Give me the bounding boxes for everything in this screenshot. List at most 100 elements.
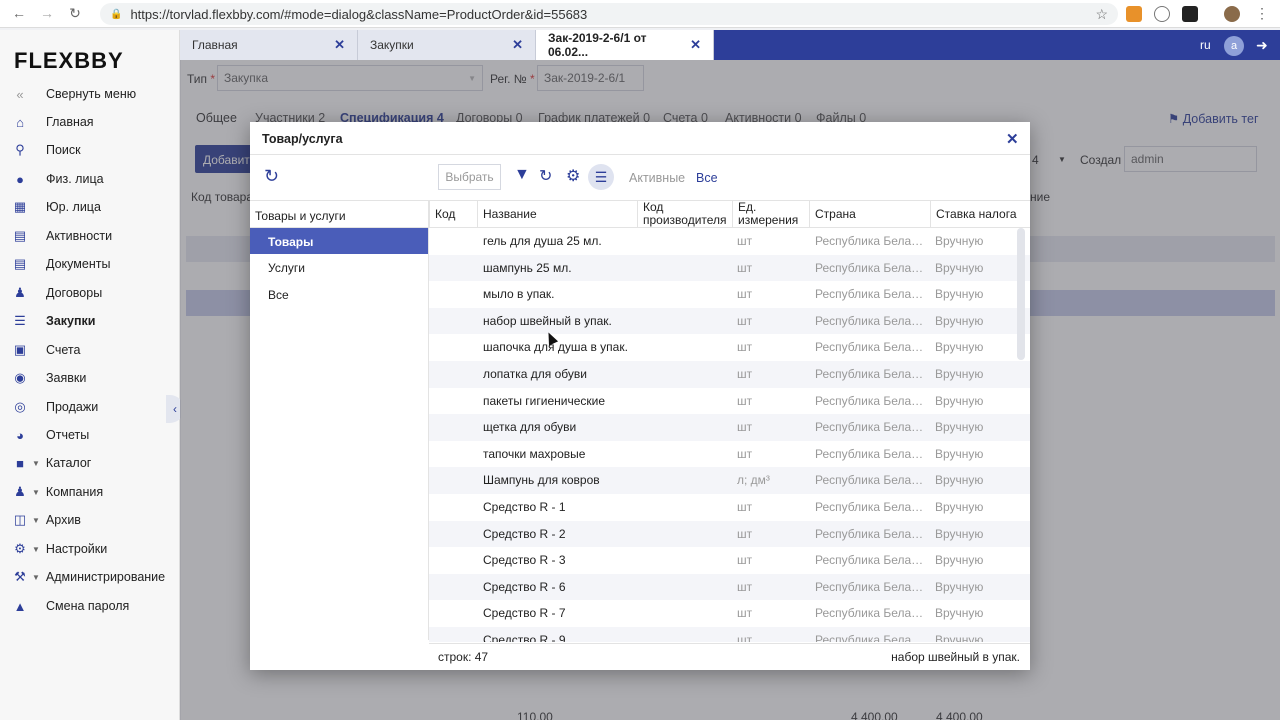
tab-purchases[interactable]: Закупки ✕ — [358, 30, 536, 60]
sidebar-item-invoices[interactable]: ▣ Счета — [0, 336, 180, 364]
language-switch[interactable]: ru — [1200, 38, 1211, 52]
table-row[interactable]: тапочки махровые шт Республика Беларусь Вру… — [429, 441, 1030, 468]
sidebar-item-home[interactable]: ⌂ Главная — [0, 108, 180, 136]
address-bar[interactable]: 🔒 https://torvlad.flexbby.com/#mode=dial… — [100, 3, 1118, 25]
sidebar-item-label: Продажи — [46, 400, 99, 414]
table-row[interactable]: пакеты гигиенические шт Республика Беларус… — [429, 388, 1030, 415]
cell-unit: шт — [737, 367, 753, 381]
sidebar-item-documents[interactable]: ▤ Документы — [0, 250, 180, 278]
table-row[interactable]: набор швейный в упак. шт Республика Белару… — [429, 307, 1030, 335]
search-icon: ⚲ — [15, 142, 25, 157]
extension-icon[interactable] — [1182, 6, 1198, 22]
cell-tax: Вручную — [935, 446, 984, 461]
sidebar-item-settings[interactable]: ⚙ ▼ Настройки — [0, 535, 180, 563]
sidebar-item-search[interactable]: ⚲ Поиск — [0, 136, 180, 164]
cell-unit: шт — [737, 446, 753, 461]
table-row[interactable]: Средство R - 6 шт Республика Беларусь Вручн… — [429, 573, 1030, 601]
cell-tax: Вручную — [935, 287, 984, 302]
reload-icon[interactable]: ↻ — [539, 166, 552, 186]
cell-unit: шт — [737, 340, 753, 355]
avatar[interactable]: a — [1224, 36, 1244, 56]
forward-icon[interactable]: → — [33, 5, 61, 21]
close-icon[interactable]: ✕ — [1006, 130, 1019, 148]
close-icon[interactable]: ✕ — [334, 37, 345, 53]
sidebar-item-catalog[interactable]: ■ ▼ Каталог — [0, 449, 180, 477]
cell-unit: шт — [737, 633, 753, 642]
sidebar-item-label: Компания — [45, 485, 104, 499]
column-name[interactable]: Название — [477, 201, 637, 227]
sidebar-item-archive[interactable]: ◫ ▼ Архив — [0, 506, 180, 534]
sidebar-item-persons[interactable]: ● Физ. лица — [0, 165, 180, 193]
column-unit[interactable]: Ед. измерения — [732, 201, 809, 227]
table-row[interactable]: Средство R - 9 шт Республика Беларусь Вручн… — [429, 627, 1030, 642]
logout-icon[interactable]: ➜ — [1256, 37, 1268, 54]
filter-all[interactable]: Все — [696, 171, 718, 185]
sidebar-item-change-password[interactable]: ▲ Смена пароля — [0, 592, 180, 620]
cell-unit: шт — [737, 526, 753, 541]
gear-icon[interactable]: ⚙ — [566, 166, 580, 186]
browser-menu-icon[interactable]: ⋮ — [1248, 5, 1276, 22]
sidebar: FLEXBBY « Свернуть меню ⌂ Главная ⚲ Поис… — [0, 30, 180, 720]
sidebar-item-label: Отчеты — [46, 428, 90, 442]
cell-name: Шампунь для ковров — [483, 473, 600, 488]
sidebar-item-administration[interactable]: ⚒ ▼ Администрирование — [0, 563, 180, 591]
invoice-icon: ▣ — [13, 342, 27, 357]
table-row[interactable]: щетка для обуви шт Республика Беларусь Вруч… — [429, 414, 1030, 441]
profile-avatar[interactable] — [1224, 6, 1240, 22]
sidebar-item-company[interactable]: ♟ ▼ Компания — [0, 478, 180, 506]
table-row[interactable]: Шампунь для ковров л; дм³ Республика Белар… — [429, 467, 1030, 494]
sidebar-item-activities[interactable]: ▤ Активности — [0, 222, 180, 250]
table-row[interactable]: шампунь 25 мл. шт Республика Беларусь Вручн… — [429, 254, 1030, 282]
table-row[interactable]: шапочка для душа в упак. шт Республика Бел… — [429, 334, 1030, 361]
tab-label: Зак-2019-2-6/1 от 06.02... — [548, 31, 647, 59]
cell-country: Республика Беларусь — [815, 420, 925, 435]
sidebar-item-companies[interactable]: ▦ Юр. лица — [0, 193, 180, 221]
cell-country: Республика Беларусь — [815, 473, 925, 488]
close-icon[interactable]: ✕ — [512, 37, 523, 53]
sidebar-item-sales[interactable]: ◎ Продажи — [0, 393, 180, 421]
caret-down-icon: ▼ — [32, 544, 40, 554]
collapse-menu-button[interactable]: « Свернуть меню — [0, 80, 180, 108]
table-row[interactable]: лопатка для обуви шт Республика Беларусь Вр… — [429, 361, 1030, 388]
filter-icon[interactable]: ▼ — [514, 166, 530, 184]
divider — [429, 643, 1030, 644]
column-manufacturer-code[interactable]: Код производителя — [637, 201, 732, 227]
caret-down-icon: ▼ — [32, 487, 40, 497]
scrollbar[interactable] — [1017, 228, 1025, 360]
table-row[interactable]: Средство R - 7 шт Республика Беларусь Вручн… — [429, 600, 1030, 627]
column-country[interactable]: Страна — [809, 201, 930, 227]
category-all[interactable]: Все — [250, 281, 428, 307]
bookmark-star-icon[interactable]: ☆ — [1095, 6, 1108, 23]
table-row[interactable]: Средство R - 2 шт Республика Беларусь Вручн… — [429, 520, 1030, 548]
table-row[interactable]: гель для душа 25 мл. шт Республика Беларус… — [429, 228, 1030, 255]
extension-icon[interactable] — [1154, 6, 1170, 22]
cell-unit: шт — [737, 420, 753, 435]
cell-name: Средство R - 1 — [483, 500, 566, 514]
sidebar-item-requests[interactable]: ◉ Заявки — [0, 364, 180, 392]
sidebar-item-reports[interactable]: ◕ Отчеты — [0, 421, 180, 449]
filter-active[interactable]: Активные — [629, 171, 685, 185]
tab-home[interactable]: Главная ✕ — [180, 30, 358, 60]
catalog-icon: ■ — [16, 455, 24, 471]
list-view-icon[interactable]: ☰ — [588, 164, 614, 190]
extension-icon[interactable] — [1126, 6, 1142, 22]
table-row[interactable]: мыло в упак. шт Республика Беларусь Вручную — [429, 281, 1030, 308]
column-tax-rate[interactable]: Ставка налога — [930, 201, 1030, 227]
cell-tax: Вручную — [935, 553, 984, 568]
browser-toolbar: ← → ↻ 🔒 https://torvlad.flexbby.com/#mod… — [0, 0, 1280, 28]
close-icon[interactable]: ✕ — [690, 37, 701, 53]
tab-order[interactable]: Зак-2019-2-6/1 от 06.02... ✕ — [536, 30, 714, 60]
select-button[interactable]: Выбрать — [438, 164, 501, 190]
chat-icon: ◉ — [14, 370, 26, 385]
back-icon[interactable]: ← — [5, 5, 33, 21]
category-services[interactable]: Услуги — [250, 254, 428, 280]
category-goods[interactable]: Товары — [250, 228, 428, 254]
sidebar-item-purchases[interactable]: ☰ Закупки — [0, 307, 180, 335]
table-row[interactable]: Средство R - 1 шт Республика Беларусь Вручн… — [429, 494, 1030, 521]
sidebar-item-contracts[interactable]: ♟ Договоры — [0, 279, 180, 307]
table-row[interactable]: Средство R - 3 шт Республика Беларусь Вручн… — [429, 547, 1030, 574]
reload-icon[interactable]: ↻ — [61, 5, 89, 22]
column-code[interactable]: Код — [429, 201, 477, 227]
refresh-icon[interactable]: ↻ — [264, 166, 279, 187]
cell-country: Республика Беларусь — [815, 313, 925, 328]
